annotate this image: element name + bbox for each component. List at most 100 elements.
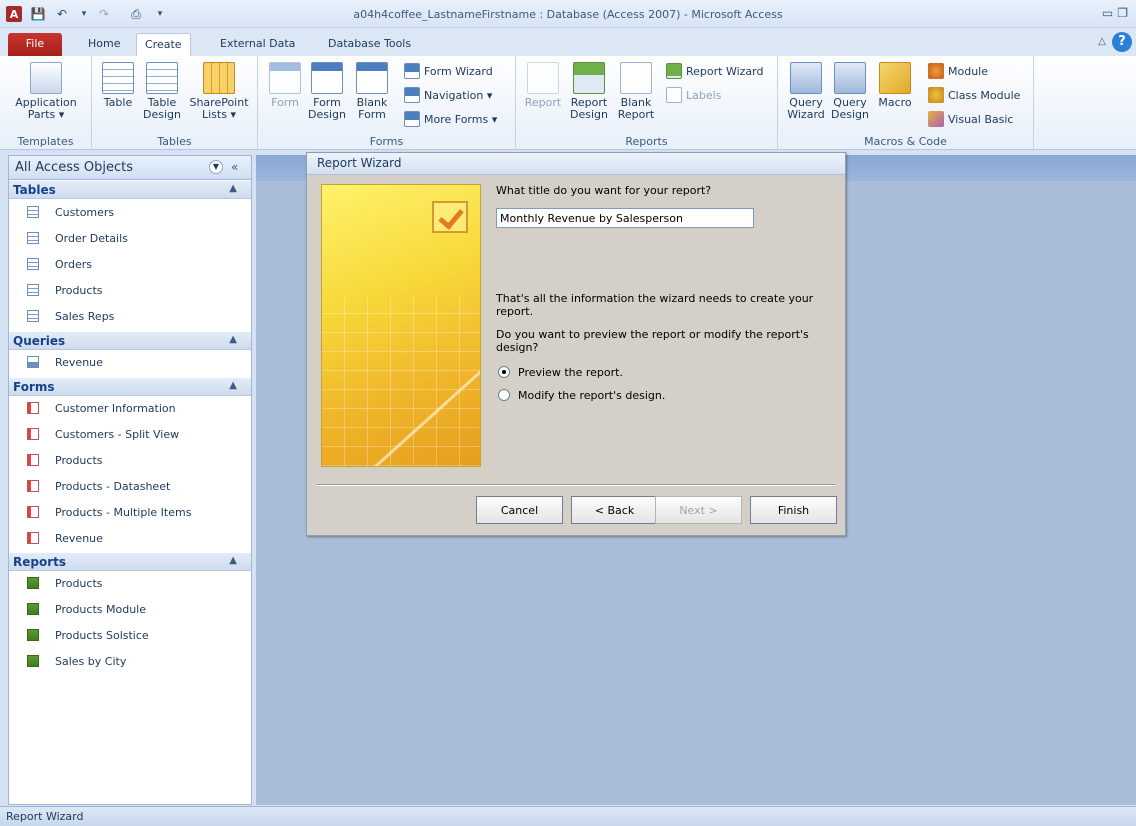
nav-item-form[interactable]: Customer Information bbox=[9, 397, 251, 419]
table-design-button[interactable]: Table Design bbox=[142, 62, 182, 121]
class-module-button[interactable]: Class Module bbox=[928, 86, 1020, 104]
labels-button: Labels bbox=[666, 86, 721, 104]
title-bar: A 💾 ↶ ▾ ↷ ⎙ ▾ a04h4coffee_LastnameFirstn… bbox=[0, 0, 1136, 28]
more-forms-button[interactable]: More Forms ▾ bbox=[404, 110, 497, 128]
form-icon bbox=[27, 532, 39, 544]
nav-item-report[interactable]: Sales by City bbox=[9, 650, 251, 672]
radio-selected-icon[interactable] bbox=[498, 366, 510, 378]
collapse-chevron-icon[interactable]: ▲ bbox=[229, 183, 237, 194]
query-icon bbox=[27, 356, 39, 368]
minimize-ribbon-icon[interactable]: △ bbox=[1098, 36, 1106, 47]
application-parts-button[interactable]: Application Parts ▾ bbox=[6, 62, 86, 121]
nav-title: All Access Objects bbox=[15, 160, 133, 175]
group-forms: Form Form Design Blank Form Form Wizard … bbox=[258, 56, 516, 150]
nav-item-form[interactable]: Customers - Split View bbox=[9, 423, 251, 445]
form-icon bbox=[27, 454, 39, 466]
nav-item-report[interactable]: Products bbox=[9, 572, 251, 594]
group-templates: Application Parts ▾ Templates bbox=[0, 56, 92, 150]
form-icon bbox=[27, 402, 39, 414]
tab-create[interactable]: Create bbox=[136, 33, 191, 56]
nav-menu-icon[interactable]: ▼ bbox=[209, 160, 223, 174]
report-wizard-dialog: Report Wizard What title do you want for… bbox=[306, 152, 846, 536]
nav-section-queries[interactable]: Queries ▲ bbox=[9, 332, 251, 350]
sharepoint-lists-button[interactable]: SharePoint Lists ▾ bbox=[186, 62, 252, 121]
nav-item-report[interactable]: Products Module bbox=[9, 598, 251, 620]
nav-section-reports[interactable]: Reports ▲ bbox=[9, 553, 251, 571]
nav-item-form[interactable]: Products - Multiple Items bbox=[9, 501, 251, 523]
help-icon[interactable]: ? bbox=[1112, 32, 1132, 52]
tab-file[interactable]: File bbox=[8, 33, 62, 56]
preview-question-label: Do you want to preview the report or mod… bbox=[496, 328, 809, 354]
report-wizard-button[interactable]: Report Wizard bbox=[666, 62, 763, 80]
form-icon bbox=[27, 480, 39, 492]
window-title: a04h4coffee_LastnameFirstname : Database… bbox=[353, 8, 783, 21]
collapse-chevron-icon[interactable]: ▲ bbox=[229, 380, 237, 391]
table-icon bbox=[27, 232, 39, 244]
form-icon bbox=[269, 62, 301, 94]
module-button[interactable]: Module bbox=[928, 62, 988, 80]
dialog-separator bbox=[317, 484, 835, 486]
nav-item-report[interactable]: Products Solstice bbox=[9, 624, 251, 646]
tables-group-label: Tables bbox=[157, 135, 192, 148]
report-design-button[interactable]: Report Design bbox=[566, 62, 612, 121]
preview-report-radio[interactable]: Preview the report. bbox=[498, 364, 623, 380]
labels-icon bbox=[666, 87, 682, 103]
navigation-button[interactable]: Navigation ▾ bbox=[404, 86, 492, 104]
query-wizard-button[interactable]: Query Wizard bbox=[784, 62, 828, 121]
form-design-button[interactable]: Form Design bbox=[306, 62, 348, 121]
next-button: Next > bbox=[655, 496, 742, 524]
class-module-icon bbox=[928, 87, 944, 103]
report-title-input[interactable] bbox=[496, 208, 754, 228]
nav-item-form[interactable]: Products - Datasheet bbox=[9, 475, 251, 497]
window-controls[interactable]: ▭❐ bbox=[1102, 6, 1132, 20]
status-bar: Report Wizard bbox=[0, 806, 1136, 826]
nav-item-table[interactable]: Customers bbox=[9, 201, 251, 223]
tab-home[interactable]: Home bbox=[80, 33, 128, 56]
table-design-icon bbox=[146, 62, 178, 94]
collapse-chevron-icon[interactable]: ▲ bbox=[229, 334, 237, 345]
tab-external-data[interactable]: External Data bbox=[212, 33, 303, 56]
title-question-label: What title do you want for your report? bbox=[496, 184, 712, 197]
nav-section-tables[interactable]: Tables ▲ bbox=[9, 181, 251, 199]
report-button: Report bbox=[524, 62, 562, 109]
cancel-button[interactable]: Cancel bbox=[476, 496, 563, 524]
templates-group-label: Templates bbox=[17, 135, 74, 148]
table-icon bbox=[27, 206, 39, 218]
blank-report-button[interactable]: Blank Report bbox=[614, 62, 658, 121]
report-icon bbox=[27, 629, 39, 641]
nav-item-table[interactable]: Products bbox=[9, 279, 251, 301]
nav-item-form[interactable]: Revenue bbox=[9, 527, 251, 549]
nav-item-table[interactable]: Sales Reps bbox=[9, 305, 251, 327]
nav-item-query[interactable]: Revenue bbox=[9, 351, 251, 373]
collapse-chevron-icon[interactable]: ▲ bbox=[229, 555, 237, 566]
visual-basic-button[interactable]: Visual Basic bbox=[928, 110, 1013, 128]
macro-icon bbox=[879, 62, 911, 94]
forms-group-label: Forms bbox=[369, 135, 404, 148]
report-design-icon bbox=[573, 62, 605, 94]
module-icon bbox=[928, 63, 944, 79]
report-icon bbox=[27, 577, 39, 589]
nav-section-forms[interactable]: Forms ▲ bbox=[9, 378, 251, 396]
dialog-title[interactable]: Report Wizard bbox=[307, 153, 845, 175]
tab-database-tools[interactable]: Database Tools bbox=[320, 33, 419, 56]
status-text: Report Wizard bbox=[6, 810, 84, 823]
report-icon bbox=[527, 62, 559, 94]
nav-item-table[interactable]: Orders bbox=[9, 253, 251, 275]
query-design-icon bbox=[834, 62, 866, 94]
macro-button[interactable]: Macro bbox=[874, 62, 916, 109]
blank-form-button[interactable]: Blank Form bbox=[350, 62, 394, 121]
table-button[interactable]: Table bbox=[100, 62, 136, 109]
table-icon bbox=[27, 310, 39, 322]
radio-unselected-icon[interactable] bbox=[498, 389, 510, 401]
finish-button[interactable]: Finish bbox=[750, 496, 837, 524]
form-button: Form bbox=[266, 62, 304, 109]
shutter-bar-collapse-icon[interactable]: « bbox=[231, 160, 238, 174]
modify-design-radio[interactable]: Modify the report's design. bbox=[498, 387, 665, 403]
nav-item-form[interactable]: Products bbox=[9, 449, 251, 471]
query-design-button[interactable]: Query Design bbox=[828, 62, 872, 121]
back-button[interactable]: < Back bbox=[571, 496, 658, 524]
form-wizard-button[interactable]: Form Wizard bbox=[404, 62, 493, 80]
nav-item-table[interactable]: Order Details bbox=[9, 227, 251, 249]
macros-group-label: Macros & Code bbox=[864, 135, 947, 148]
nav-header[interactable]: All Access Objects ▼ « bbox=[9, 156, 251, 180]
